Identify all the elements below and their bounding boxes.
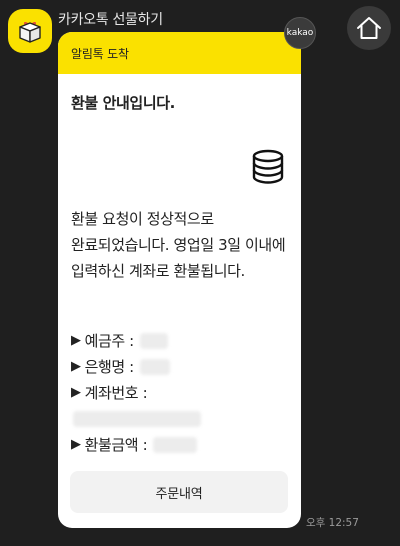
info-row-depositor: ▶ 예금주 : xyxy=(71,328,293,354)
message-card: 알림톡 도착 환불 안내입니다. 환불 요청이 정상적으로 완료되었습니다. 영… xyxy=(58,32,301,528)
depositor-value-masked xyxy=(139,333,168,349)
info-marker: ▶ xyxy=(71,359,81,374)
info-row-account: ▶ 계좌번호 : xyxy=(71,380,293,406)
info-row-amount: ▶ 환불금액 : xyxy=(71,432,293,458)
depositor-label: 예금주 : xyxy=(84,332,135,350)
info-marker: ▶ xyxy=(71,333,81,348)
info-marker: ▶ xyxy=(71,437,81,452)
account-value-masked xyxy=(73,411,201,427)
sender-avatar[interactable] xyxy=(8,9,52,53)
sender-name: 카카오톡 선물하기 xyxy=(58,12,163,28)
coins-stack-icon xyxy=(252,149,284,184)
bank-value-masked xyxy=(139,359,170,375)
refund-info-list: ▶ 예금주 : ▶ 은행명 : ▶ 계좌번호 : ▶ 환불금액 : xyxy=(71,328,293,458)
home-button[interactable] xyxy=(347,6,391,50)
info-marker: ▶ xyxy=(71,385,81,400)
bank-label: 은행명 : xyxy=(84,358,135,376)
card-title: 환불 안내입니다. xyxy=(71,94,175,112)
amount-label: 환불금액 : xyxy=(84,436,148,454)
kakao-badge: kakao xyxy=(284,17,316,49)
card-body-text: 환불 요청이 정상적으로 완료되었습니다. 영업일 3일 이내에 입력하신 계좌… xyxy=(71,210,286,280)
order-history-button[interactable]: 주문내역 xyxy=(70,471,288,513)
info-row-bank: ▶ 은행명 : xyxy=(71,354,293,380)
gift-box-icon xyxy=(19,21,41,43)
home-icon xyxy=(357,17,381,39)
card-header: 알림톡 도착 xyxy=(58,32,301,74)
message-timestamp: 오후 12:57 xyxy=(306,517,359,529)
amount-value-masked xyxy=(153,437,198,453)
account-label: 계좌번호 : xyxy=(84,384,148,402)
